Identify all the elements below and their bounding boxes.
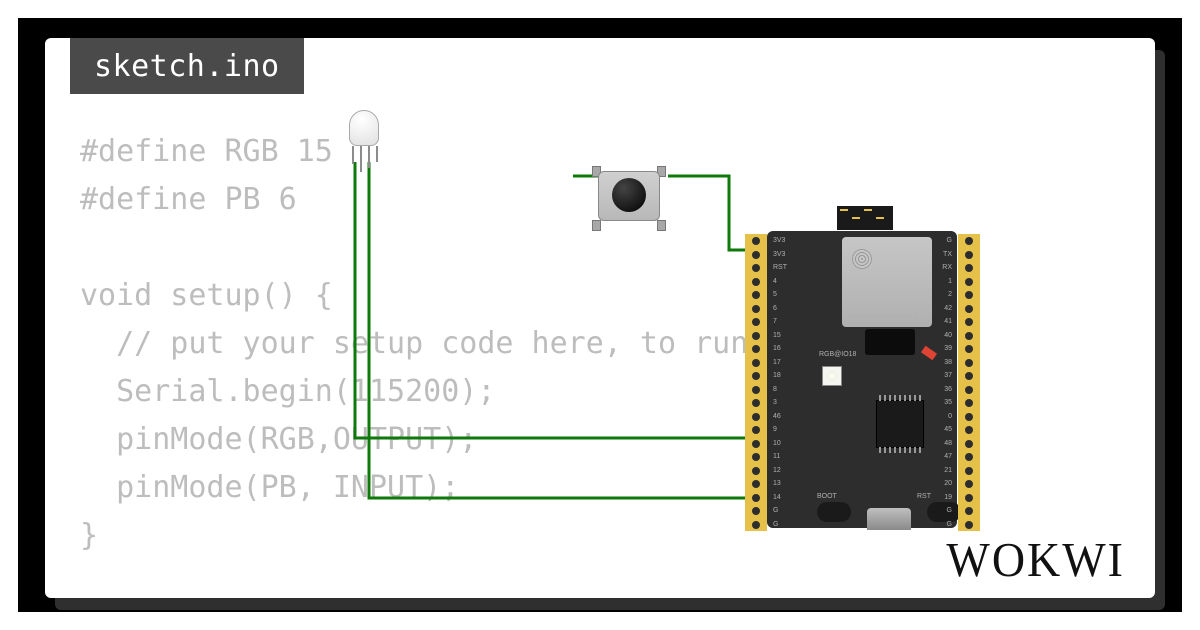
rst-label: RST [917,493,931,500]
pin-label: 40 [944,332,952,339]
pin-label: 21 [944,467,952,474]
code-preview: #define RGB 15 #define PB 6 void setup()… [80,128,857,560]
board-pin[interactable]: 19 [958,491,980,505]
onboard-switch-icon [865,329,915,355]
code-line: #define PB 6 [80,182,297,217]
board-pin[interactable]: 42 [958,302,980,316]
board-pin[interactable]: RX [958,261,980,275]
code-line: pinMode(RGB,OUTPUT); [80,422,477,457]
board-pin[interactable]: 41 [958,315,980,329]
board-pin[interactable]: 47 [958,450,980,464]
pin-label: 42 [944,305,952,312]
pin-label: 20 [944,480,952,487]
board-pin[interactable]: G [958,504,980,518]
board-pin[interactable]: G [958,234,980,248]
code-line: Serial.begin(115200); [80,374,495,409]
code-line: // put your setup code here, to run once… [80,326,857,361]
mcu-chip-icon [877,401,923,447]
pin-label: 0 [948,413,952,420]
pin-label: 36 [944,386,952,393]
code-line: } [80,518,98,553]
board-pin[interactable]: 37 [958,369,980,383]
pin-label: G [947,507,952,514]
pin-label: 1 [948,278,952,285]
board-pin[interactable]: 35 [958,396,980,410]
reset-button[interactable] [927,502,961,522]
board-pin[interactable]: 39 [958,342,980,356]
code-line: pinMode(PB, INPUT); [80,470,459,505]
pin-label: 45 [944,426,952,433]
board-pin[interactable]: 45 [958,423,980,437]
usb-port-icon [867,508,911,530]
file-tab-label: sketch.ino [94,49,280,84]
file-tab[interactable]: sketch.ino [70,38,304,94]
pin-label: G [947,237,952,244]
board-pin[interactable]: 38 [958,356,980,370]
board-pin[interactable]: 36 [958,383,980,397]
board-pin[interactable]: TX [958,248,980,262]
pin-label: 39 [944,345,952,352]
pin-label: 38 [944,359,952,366]
pin-header-right: GTXRX1242414039383736350454847212019GG [958,234,980,531]
pin-label: RX [942,264,952,271]
pin-label: 47 [944,453,952,460]
board-pin[interactable]: 48 [958,437,980,451]
pin-label: 48 [944,440,952,447]
pin-label: TX [943,251,952,258]
pin-label: 37 [944,372,952,379]
brand-logo: WOKWI [946,532,1125,588]
pin-label: 2 [948,291,952,298]
shield-text: ESP32-S3-WROOM-1 [848,314,918,321]
code-line: #define RGB 15 [80,134,333,169]
pin-label: 19 [944,494,952,501]
project-card: sketch.ino #define RGB 15 #define PB 6 v… [45,38,1155,598]
board-pin[interactable]: 1 [958,275,980,289]
pin-label: 35 [944,399,952,406]
board-pin[interactable]: G [958,518,980,532]
pin-label: G [947,521,952,528]
board-pin[interactable]: 40 [958,329,980,343]
power-led-icon [921,346,937,361]
board-pin[interactable]: 20 [958,477,980,491]
pin-label: 41 [944,318,952,325]
code-line: void setup() { [80,278,333,313]
brand-text: WOKWI [946,533,1125,587]
board-pin[interactable]: 2 [958,288,980,302]
board-pin[interactable]: 21 [958,464,980,478]
board-pin[interactable]: 0 [958,410,980,424]
